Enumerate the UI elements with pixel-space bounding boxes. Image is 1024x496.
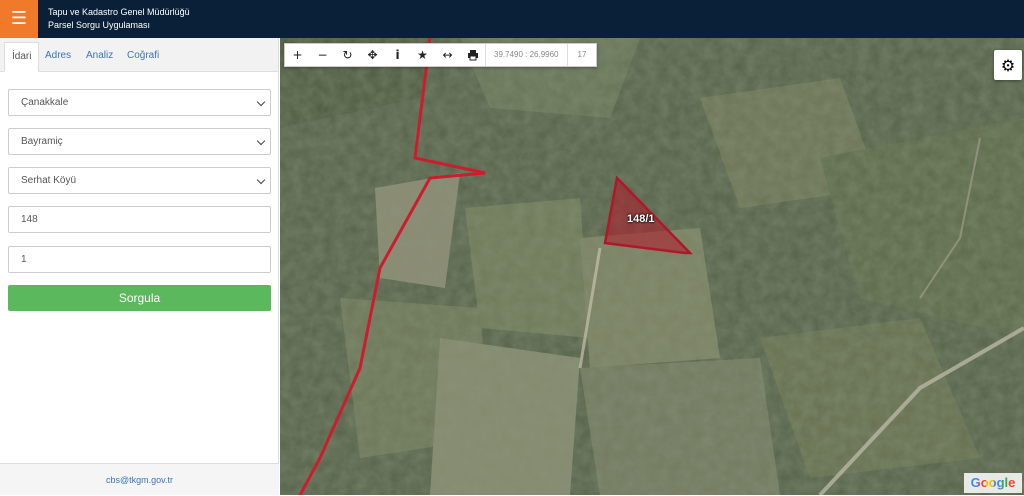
map-toolbar: + − ↻ ✥ i ★ ↔ 39.7490 : 26.9960 17 (284, 43, 598, 67)
zoom-out-icon[interactable]: − (310, 44, 335, 66)
district-select[interactable]: Bayramiç (8, 128, 271, 155)
tab-adres[interactable]: Adres (38, 42, 78, 72)
parcel-number-input[interactable]: 1 (8, 246, 271, 273)
block-number-input[interactable]: 148 (8, 206, 271, 233)
app-header: ☰ Tapu ve Kadastro Genel Müdürlüğü Parse… (0, 0, 1024, 38)
refresh-icon[interactable]: ↻ (335, 44, 360, 66)
sidebar: İdari Adres Analiz Coğrafi Çanakkale Bay… (0, 38, 279, 495)
locate-icon[interactable]: ✥ (360, 44, 385, 66)
gear-icon: ⚙ (1000, 55, 1016, 75)
hamburger-icon: ☰ (10, 8, 28, 29)
app-title: Tapu ve Kadastro Genel Müdürlüğü Parsel … (48, 6, 190, 32)
google-attribution: Google (964, 473, 1022, 493)
info-icon[interactable]: i (385, 44, 410, 66)
google-logo-text: Google (970, 475, 1016, 490)
parcel-label[interactable]: 148/1 (627, 213, 655, 225)
star-icon[interactable]: ★ (410, 44, 435, 66)
tab-cografi[interactable]: Coğrafi (120, 42, 166, 72)
footer-email-link[interactable]: cbs@tkgm.gov.tr (0, 463, 279, 495)
map-view[interactable]: 148/1 + − ↻ ✥ i ★ ↔ 39.7490 : 26.9960 17… (280, 38, 1024, 495)
zoom-level: 17 (577, 50, 587, 59)
menu-button[interactable]: ☰ (0, 0, 38, 38)
tab-idari[interactable]: İdari (4, 42, 40, 72)
app-title-line1: Tapu ve Kadastro Genel Müdürlüğü (48, 7, 190, 17)
print-icon[interactable] (460, 44, 485, 66)
measure-icon[interactable]: ↔ (435, 44, 460, 66)
coordinate-readout: 39.7490 : 26.9960 (485, 44, 568, 66)
tab-bar: İdari Adres Analiz Coğrafi (0, 38, 278, 72)
neighborhood-select[interactable]: Serhat Köyü (8, 167, 271, 194)
settings-button[interactable]: ⚙ (994, 50, 1022, 80)
tab-analiz[interactable]: Analiz (79, 42, 120, 72)
app-title-line2: Parsel Sorgu Uygulaması (48, 20, 151, 30)
query-button[interactable]: Sorgula (8, 285, 271, 311)
zoom-in-icon[interactable]: + (285, 44, 310, 66)
satellite-imagery (280, 38, 1024, 495)
province-select[interactable]: Çanakkale (8, 89, 271, 116)
